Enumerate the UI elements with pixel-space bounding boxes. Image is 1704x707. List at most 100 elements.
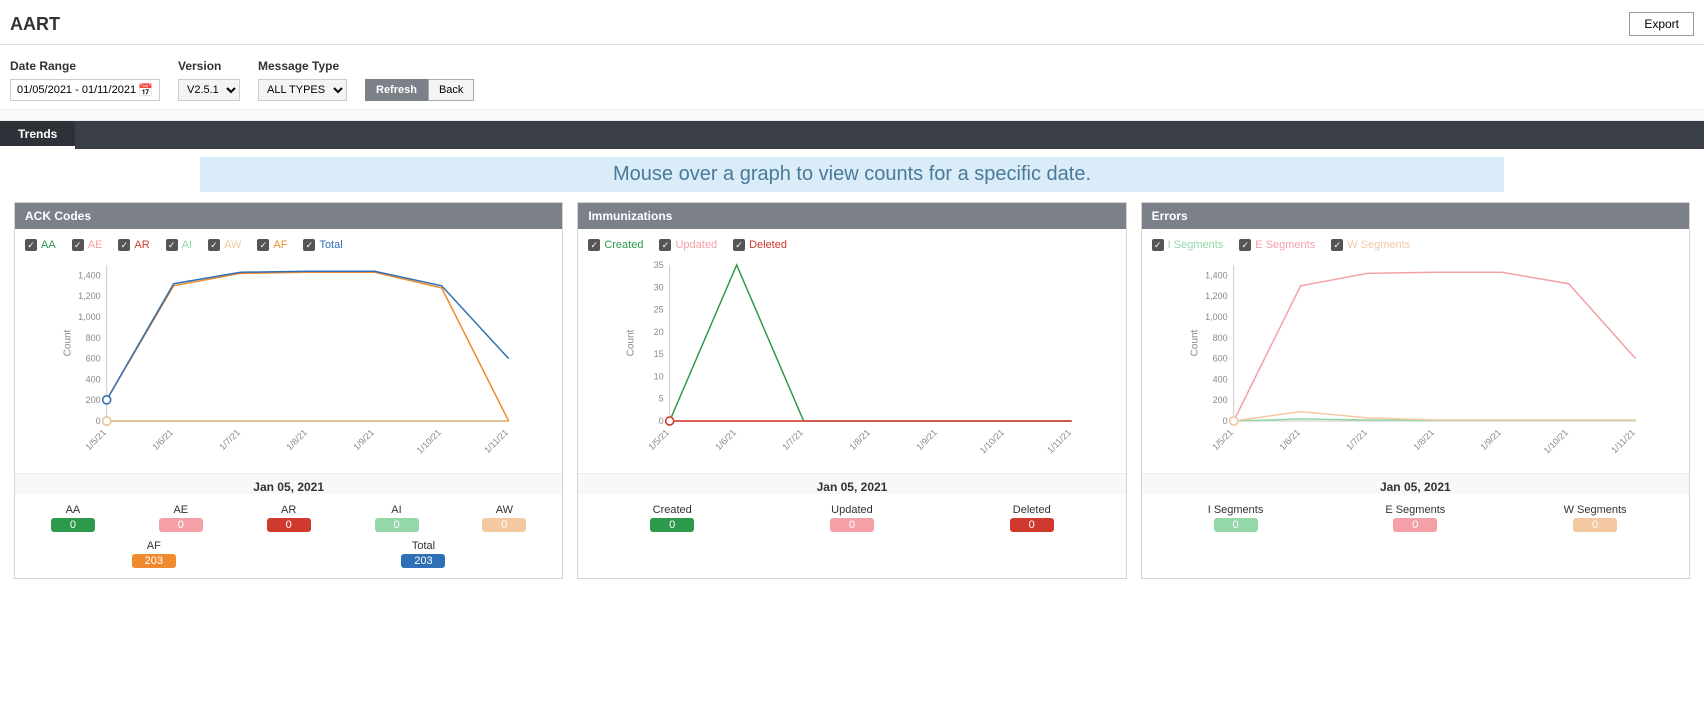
- back-button[interactable]: Back: [428, 79, 474, 101]
- svg-text:800: 800: [86, 333, 101, 343]
- export-button[interactable]: Export: [1629, 12, 1694, 36]
- chart-legend: ✓AA✓AE✓AR✓AI✓AW✓AF✓Total: [25, 239, 552, 251]
- svg-text:5: 5: [659, 394, 664, 404]
- stat-value: 0: [1393, 518, 1437, 532]
- msgtype-label: Message Type: [258, 59, 347, 73]
- legend-item-e-segments[interactable]: ✓ E Segments: [1239, 239, 1315, 251]
- chart-svg: 02004006008001,0001,2001,400Count1/5/211…: [1152, 257, 1679, 457]
- stat-value: 0: [482, 518, 526, 532]
- action-buttons: Refresh Back: [365, 59, 474, 101]
- tab-trends[interactable]: Trends: [0, 121, 75, 149]
- checkbox-icon[interactable]: ✓: [257, 239, 269, 251]
- legend-item-i-segments[interactable]: ✓I Segments: [1152, 239, 1224, 251]
- panel-header: Immunizations: [578, 203, 1125, 229]
- chart-area[interactable]: 02004006008001,0001,2001,400Count1/5/211…: [1152, 257, 1679, 457]
- svg-text:1/7/21: 1/7/21: [1344, 427, 1369, 452]
- legend-item-total[interactable]: ✓Total: [303, 239, 342, 251]
- checkbox-icon[interactable]: ✓: [588, 239, 600, 251]
- legend-item-ai[interactable]: ✓AI: [166, 239, 192, 251]
- svg-text:1/7/21: 1/7/21: [781, 427, 806, 452]
- legend-item-w-segments[interactable]: ✓W Segments: [1331, 239, 1410, 251]
- stat-label: W Segments: [1564, 504, 1627, 516]
- svg-text:25: 25: [654, 305, 664, 315]
- chart-area[interactable]: 05101520253035Count1/5/211/6/211/7/211/8…: [588, 257, 1115, 457]
- stat-value: 0: [51, 518, 95, 532]
- svg-text:1/10/21: 1/10/21: [1541, 427, 1569, 455]
- checkbox-icon[interactable]: ✓: [733, 239, 745, 251]
- stat-w-segments: W Segments0: [1550, 504, 1640, 532]
- date-range-input[interactable]: 📅: [10, 79, 160, 101]
- checkbox-icon[interactable]: ✓: [118, 239, 130, 251]
- legend-item-created[interactable]: ✓Created: [588, 239, 643, 251]
- svg-text:1/11/21: 1/11/21: [482, 427, 510, 455]
- svg-text:20: 20: [654, 327, 664, 337]
- chart-stats: AA0AE0AR0AI0AW0AF203Total203: [15, 494, 562, 578]
- version-select[interactable]: V2.5.1: [178, 79, 240, 101]
- svg-text:1,400: 1,400: [78, 270, 101, 280]
- version-label: Version: [178, 59, 240, 73]
- legend-label: AF: [273, 239, 287, 251]
- svg-text:1/6/21: 1/6/21: [150, 427, 175, 452]
- stat-total: Total203: [378, 540, 468, 568]
- stat-label: AF: [147, 540, 161, 552]
- legend-item-ae[interactable]: ✓ AE: [72, 239, 103, 251]
- stat-af: AF 203: [109, 540, 199, 568]
- stat-value: 203: [132, 554, 176, 568]
- info-banner: Mouse over a graph to view counts for a …: [200, 157, 1504, 192]
- legend-item-ar[interactable]: ✓AR: [118, 239, 149, 251]
- svg-text:600: 600: [86, 354, 101, 364]
- stat-label: Updated: [831, 504, 873, 516]
- legend-label: E Segments: [1255, 239, 1315, 251]
- legend-item-aw[interactable]: ✓AW: [208, 239, 241, 251]
- checkbox-icon[interactable]: ✓: [208, 239, 220, 251]
- stat-aw: AW0: [459, 504, 549, 532]
- svg-text:600: 600: [1212, 354, 1227, 364]
- svg-text:0: 0: [1222, 416, 1227, 426]
- checkbox-icon[interactable]: ✓: [25, 239, 37, 251]
- checkbox-icon[interactable]: ✓: [659, 239, 671, 251]
- legend-label: AE: [88, 239, 103, 251]
- checkbox-icon[interactable]: ✓: [1239, 239, 1251, 251]
- svg-text:1/8/21: 1/8/21: [284, 427, 309, 452]
- svg-text:0: 0: [659, 416, 664, 426]
- legend-item-deleted[interactable]: ✓ Deleted: [733, 239, 787, 251]
- svg-text:1/5/21: 1/5/21: [1210, 427, 1235, 452]
- panel-imm: Immunizations✓Created✓Updated✓Deleted051…: [577, 202, 1126, 579]
- chart-date-caption: Jan 05, 2021: [1142, 473, 1689, 494]
- svg-text:1/8/21: 1/8/21: [1411, 427, 1436, 452]
- legend-item-af[interactable]: ✓ AF: [257, 239, 287, 251]
- refresh-button[interactable]: Refresh: [365, 79, 428, 101]
- chart-svg: 05101520253035Count1/5/211/6/211/7/211/8…: [588, 257, 1115, 457]
- chart-area[interactable]: 02004006008001,0001,2001,400Count1/5/211…: [25, 257, 552, 457]
- checkbox-icon[interactable]: ✓: [72, 239, 84, 251]
- stat-i-segments: I Segments0: [1191, 504, 1281, 532]
- checkbox-icon[interactable]: ✓: [303, 239, 315, 251]
- msgtype-select[interactable]: ALL TYPES: [258, 79, 347, 101]
- svg-text:400: 400: [1212, 374, 1227, 384]
- stat-value: 203: [401, 554, 445, 568]
- stat-ai: AI0: [352, 504, 442, 532]
- svg-text:0: 0: [96, 416, 101, 426]
- legend-item-aa[interactable]: ✓ AA: [25, 239, 56, 251]
- stat-label: I Segments: [1208, 504, 1264, 516]
- svg-text:1,000: 1,000: [78, 312, 101, 322]
- svg-text:1/8/21: 1/8/21: [848, 427, 873, 452]
- legend-label: AA: [41, 239, 56, 251]
- chart-legend: ✓Created✓Updated✓Deleted: [588, 239, 1115, 251]
- panel-header: Errors: [1142, 203, 1689, 229]
- chart-legend: ✓I Segments✓E Segments✓W Segments: [1152, 239, 1679, 251]
- stat-ar: AR0: [244, 504, 334, 532]
- svg-text:200: 200: [1212, 395, 1227, 405]
- stat-label: AE: [173, 504, 188, 516]
- checkbox-icon[interactable]: ✓: [166, 239, 178, 251]
- svg-text:1/5/21: 1/5/21: [647, 427, 672, 452]
- svg-text:1/9/21: 1/9/21: [915, 427, 940, 452]
- checkbox-icon[interactable]: ✓: [1331, 239, 1343, 251]
- svg-text:35: 35: [654, 260, 664, 270]
- date-range-field[interactable]: [17, 84, 137, 96]
- checkbox-icon[interactable]: ✓: [1152, 239, 1164, 251]
- legend-label: Deleted: [749, 239, 787, 251]
- legend-item-updated[interactable]: ✓Updated: [659, 239, 717, 251]
- chart-date-caption: Jan 05, 2021: [578, 473, 1125, 494]
- calendar-icon[interactable]: 📅: [138, 83, 153, 97]
